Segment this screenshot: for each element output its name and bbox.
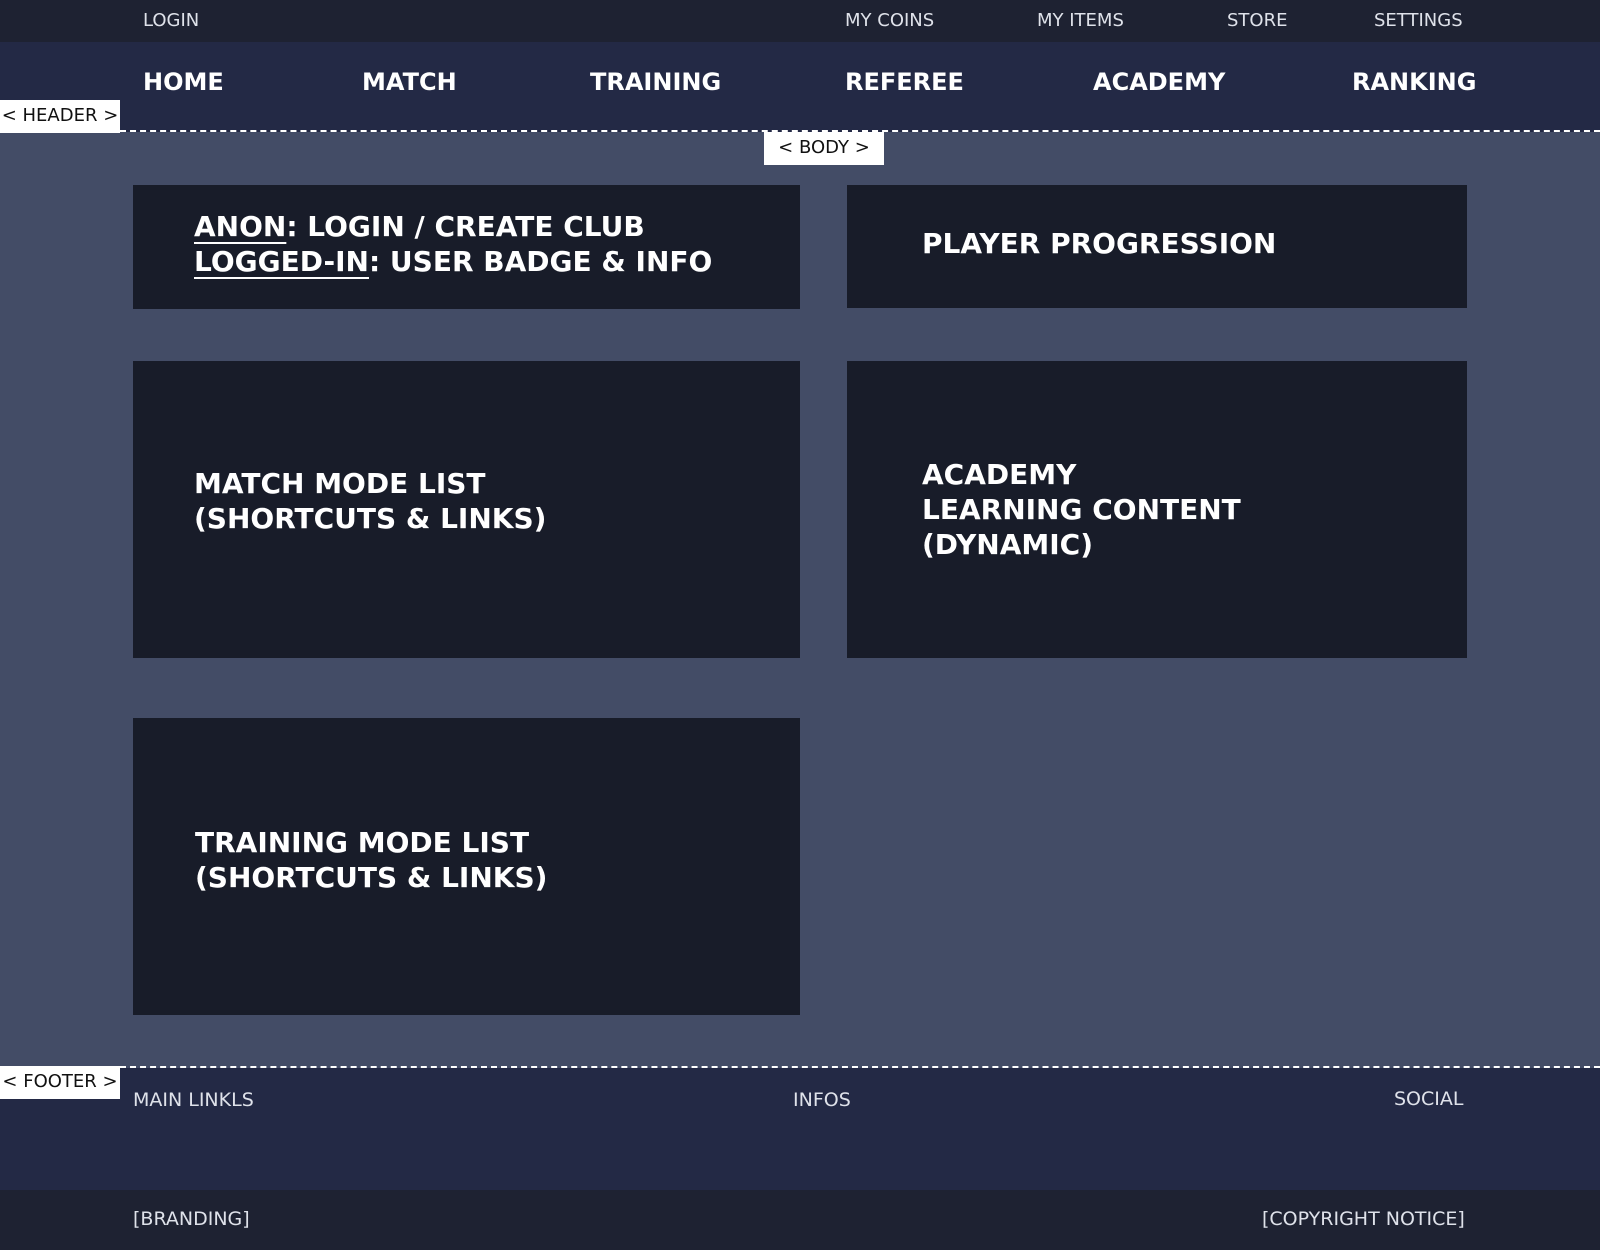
top-utility-bar	[0, 0, 1600, 42]
training-mode-list-text: TRAINING MODE LIST (SHORTCUTS & LINKS)	[195, 825, 547, 895]
branding: [BRANDING]	[133, 1208, 250, 1230]
settings-link[interactable]: SETTINGS	[1374, 0, 1463, 42]
academy-line-3: (DYNAMIC)	[922, 528, 1094, 561]
anon-label: ANON	[194, 210, 287, 243]
footer-divider	[120, 1066, 1600, 1068]
match-mode-line-2: (SHORTCUTS & LINKS)	[194, 502, 547, 535]
anon-text: : LOGIN / CREATE CLUB	[286, 210, 645, 243]
footer-social[interactable]: SOCIAL	[1394, 1088, 1463, 1110]
body-tag: < BODY >	[764, 132, 884, 165]
nav-item-home[interactable]: HOME	[143, 68, 224, 96]
store-link[interactable]: STORE	[1227, 0, 1287, 42]
footer-infos[interactable]: INFOS	[793, 1089, 851, 1111]
footer-main-links[interactable]: MAIN LINKLS	[133, 1089, 254, 1111]
academy-content-text: ACADEMY LEARNING CONTENT (DYNAMIC)	[922, 457, 1241, 562]
academy-line-1: ACADEMY	[922, 458, 1077, 491]
logged-in-label: LOGGED-IN	[194, 245, 369, 278]
player-progression-title: PLAYER PROGRESSION	[922, 227, 1277, 260]
training-mode-line-1: TRAINING MODE LIST	[195, 826, 530, 859]
header-tag: < HEADER >	[0, 100, 120, 133]
match-mode-line-1: MATCH MODE LIST	[194, 467, 486, 500]
academy-line-2: LEARNING CONTENT	[922, 493, 1241, 526]
match-mode-list-text: MATCH MODE LIST (SHORTCUTS & LINKS)	[194, 466, 546, 536]
nav-item-ranking[interactable]: RANKING	[1352, 68, 1476, 96]
nav-item-training[interactable]: TRAINING	[590, 68, 721, 96]
footer	[0, 1068, 1600, 1190]
training-mode-line-2: (SHORTCUTS & LINKS)	[195, 861, 548, 894]
nav-item-academy[interactable]: ACADEMY	[1093, 68, 1225, 96]
user-login-card-text: ANON: LOGIN / CREATE CLUB LOGGED-IN: USE…	[194, 209, 712, 279]
nav-item-referee[interactable]: REFEREE	[845, 68, 964, 96]
nav-item-match[interactable]: MATCH	[362, 68, 457, 96]
my-items-link[interactable]: MY ITEMS	[1037, 0, 1124, 42]
footer-tag: < FOOTER >	[0, 1066, 120, 1099]
my-coins-link[interactable]: MY COINS	[845, 0, 934, 42]
logged-in-text: : USER BADGE & INFO	[368, 245, 713, 278]
copyright-notice: [COPYRIGHT NOTICE]	[1262, 1208, 1465, 1230]
login-link[interactable]: LOGIN	[143, 0, 199, 42]
